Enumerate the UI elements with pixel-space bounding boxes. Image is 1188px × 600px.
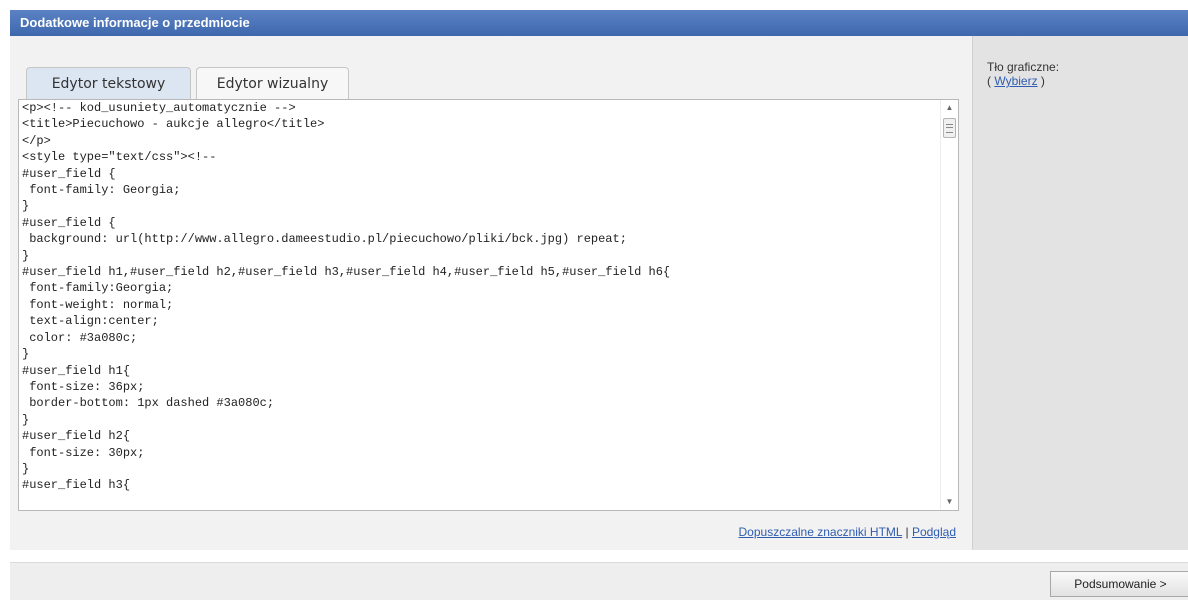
scroll-grip-icon[interactable]: [943, 118, 956, 138]
panel-title: Dodatkowe informacje o przedmiocie: [10, 10, 1188, 36]
background-label: Tło graficzne:: [987, 60, 1060, 74]
arrow-down-icon[interactable]: ▼: [941, 494, 958, 510]
summary-button[interactable]: Podsumowanie >: [1050, 571, 1188, 597]
editor-links: Dopuszczalne znaczniki HTML | Podgląd: [739, 525, 956, 539]
preview-link[interactable]: Podgląd: [912, 525, 956, 539]
allowed-html-link[interactable]: Dopuszczalne znaczniki HTML: [739, 525, 903, 539]
open-paren: (: [987, 74, 991, 88]
footer-bar: Podsumowanie >: [10, 562, 1188, 600]
editor-area: Edytor tekstowy Edytor wizualny <p><!-- …: [10, 36, 972, 550]
link-separator: |: [905, 525, 909, 539]
close-paren: ): [1040, 74, 1045, 88]
tab-text-editor[interactable]: Edytor tekstowy: [26, 67, 191, 99]
background-sidebar: Tło graficzne: ( Wybierz ): [972, 36, 1188, 550]
arrow-up-icon[interactable]: ▲: [941, 100, 958, 116]
choose-link[interactable]: Wybierz: [994, 74, 1037, 88]
tab-visual-editor[interactable]: Edytor wizualny: [196, 67, 349, 99]
editor-scrollbar[interactable]: ▲ ▼: [940, 100, 958, 510]
html-code-textarea[interactable]: <p><!-- kod_usuniety_automatycznie --> <…: [18, 99, 959, 511]
code-content[interactable]: <p><!-- kod_usuniety_automatycznie --> <…: [22, 100, 932, 494]
choose-background: ( Wybierz ): [987, 74, 1045, 88]
item-info-panel: Dodatkowe informacje o przedmiocie Edyto…: [10, 10, 1188, 550]
